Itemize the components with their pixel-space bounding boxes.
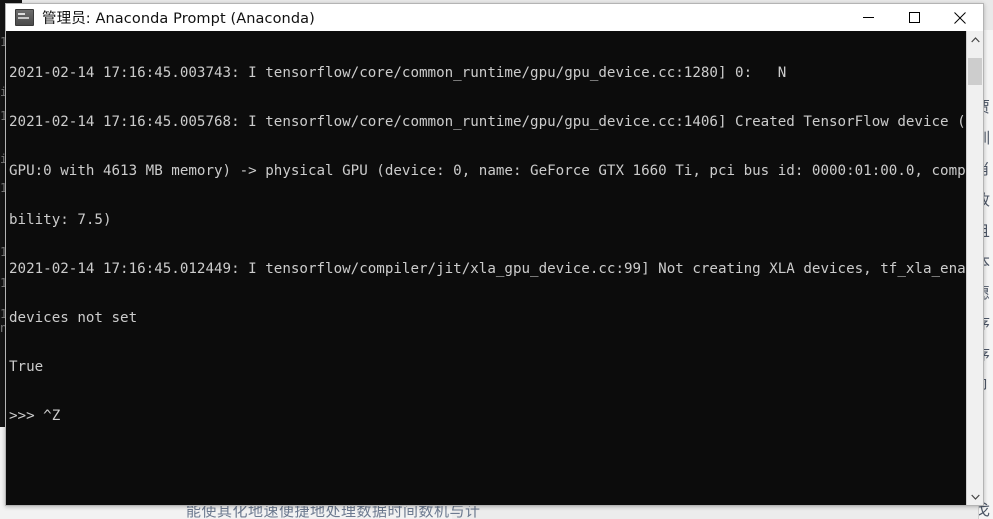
title-bar[interactable]: 管理员: Anaconda Prompt (Anaconda): [6, 4, 983, 31]
background-bottom-text-value: 能使其化地速便捷地处理数据时间数机与计: [186, 505, 481, 519]
window-controls: [845, 4, 983, 31]
scrollbar-track[interactable]: [967, 48, 983, 488]
terminal-line: 2021-02-14 17:16:45.005768: I tensorflow…: [9, 113, 966, 130]
console-icon: [15, 9, 34, 26]
console-scrollbar[interactable]: [966, 31, 983, 505]
scrollbar-thumb[interactable]: [968, 58, 982, 85]
desktop-screen: 11 it 11 it 11 11 11 11 n. 能使其化地速便捷地处理数据…: [0, 0, 993, 519]
terminal-output[interactable]: 2021-02-14 17:16:45.003743: I tensorflow…: [6, 31, 966, 505]
scroll-up-button[interactable]: [967, 31, 983, 48]
terminal-line: devices not set: [9, 309, 138, 326]
terminal-line: bility: 7.5): [9, 211, 112, 228]
terminal-line: 2021-02-14 17:16:45.003743: I tensorflow…: [9, 64, 787, 81]
maximize-icon: [908, 12, 920, 23]
close-button[interactable]: [937, 4, 983, 31]
terminal-line: True: [9, 358, 44, 375]
terminal-line: GPU:0 with 4613 MB memory) -> physical G…: [9, 162, 966, 179]
close-icon: [954, 11, 966, 24]
console-window[interactable]: 管理员: Anaconda Prompt (Anaconda) 2021-02-…: [5, 3, 984, 506]
background-bottom-text: 能使其化地速便捷地处理数据时间数机与计: [186, 505, 516, 519]
terminal-line: 2021-02-14 17:16:45.012449: I tensorflow…: [9, 260, 966, 277]
chevron-down-icon: [970, 494, 980, 500]
chevron-up-icon: [970, 36, 980, 42]
scroll-down-button[interactable]: [967, 488, 983, 505]
console-body[interactable]: 2021-02-14 17:16:45.003743: I tensorflow…: [6, 31, 983, 505]
maximize-button[interactable]: [891, 4, 937, 31]
terminal-line: >>> ^Z: [9, 407, 61, 424]
minimize-icon: [862, 17, 874, 18]
minimize-button[interactable]: [845, 4, 891, 31]
window-title: 管理员: Anaconda Prompt (Anaconda): [42, 11, 315, 27]
